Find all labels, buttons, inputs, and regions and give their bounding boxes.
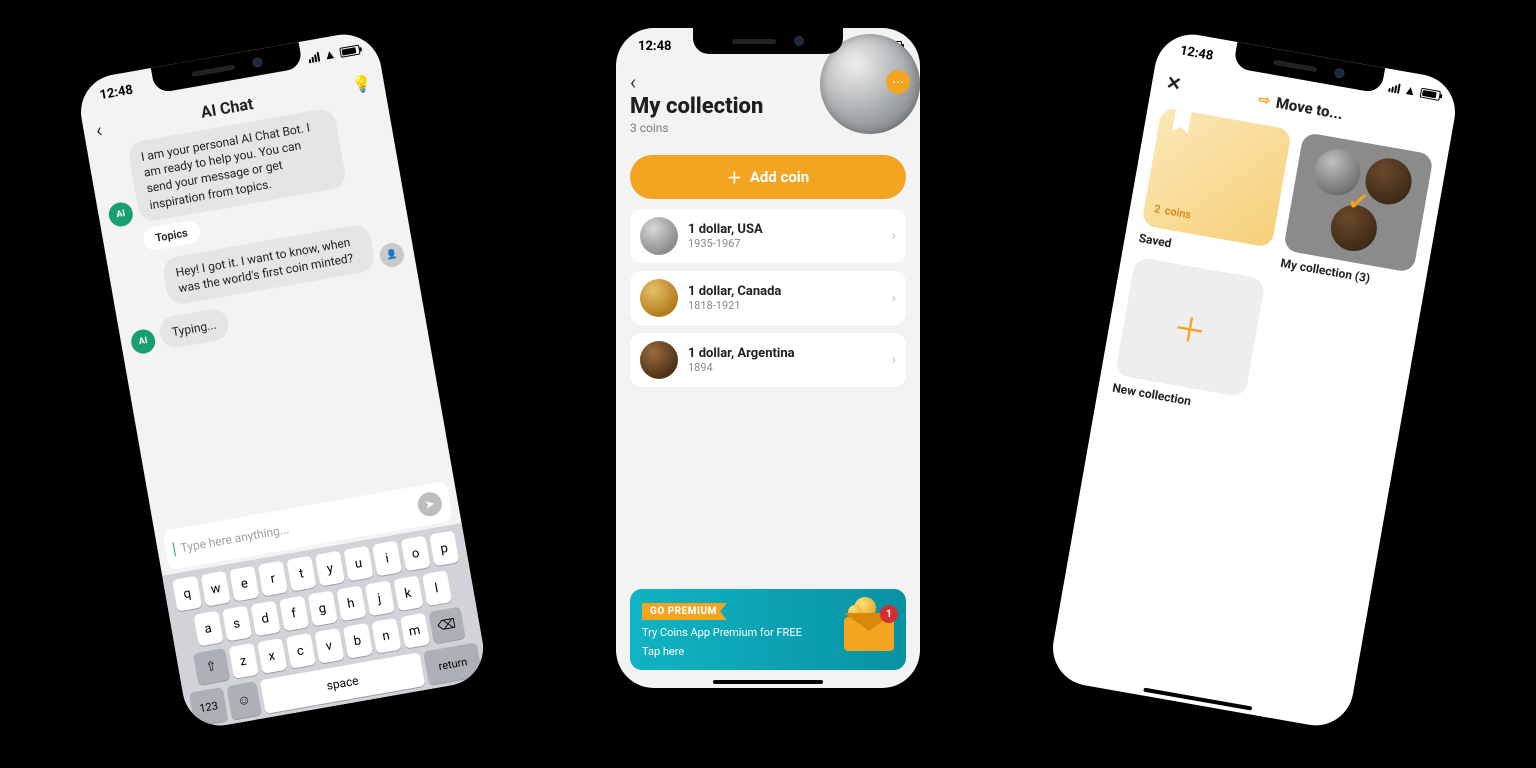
key-h[interactable]: h <box>336 586 366 622</box>
folder-tile-mycollection[interactable]: ✓ My collection (3) <box>1280 132 1434 293</box>
coin-row[interactable]: 1 dollar, Argentina1894› <box>630 333 906 387</box>
premium-ribbon: GO PREMIUM <box>642 603 727 620</box>
bookmark-icon <box>1172 109 1192 133</box>
key-o[interactable]: o <box>401 535 431 571</box>
key-p[interactable]: p <box>429 530 459 566</box>
key-y[interactable]: y <box>315 551 345 587</box>
key-f[interactable]: f <box>279 596 309 632</box>
wifi-icon: ▲ <box>322 47 337 62</box>
signal-icon <box>1388 82 1401 94</box>
key-c[interactable]: c <box>285 633 315 669</box>
bot-avatar: AI <box>107 200 135 228</box>
key-s[interactable]: s <box>222 606 252 642</box>
back-button[interactable]: ‹ <box>94 118 104 143</box>
plus-icon: ＋ <box>1115 257 1266 398</box>
key-j[interactable]: j <box>364 580 394 616</box>
key-k[interactable]: k <box>393 575 423 611</box>
key-a[interactable]: a <box>193 611 223 647</box>
key-m[interactable]: m <box>399 613 429 649</box>
key-l[interactable]: l <box>421 570 451 606</box>
user-avatar: 👤 <box>378 241 406 269</box>
coin-thumb <box>640 279 678 317</box>
coin-thumb <box>640 217 678 255</box>
key-n[interactable]: n <box>371 618 401 654</box>
chevron-right-icon: › <box>892 290 896 306</box>
chevron-right-icon: › <box>892 352 896 368</box>
clock: 12:48 <box>1179 43 1215 64</box>
folder-icon: ⇨ <box>1257 91 1271 109</box>
key-q[interactable]: q <box>172 576 202 612</box>
clock: 12:48 <box>638 39 672 54</box>
key-⇧[interactable]: ⇧ <box>193 648 230 685</box>
coin-thumb <box>640 341 678 379</box>
clock: 12:48 <box>98 82 134 103</box>
key-return[interactable]: return <box>423 642 482 685</box>
chevron-right-icon: › <box>892 228 896 244</box>
envelope-icon: 1 <box>836 599 896 651</box>
signal-icon <box>308 52 321 64</box>
battery-icon <box>339 45 360 58</box>
key-x[interactable]: x <box>257 638 287 674</box>
key-b[interactable]: b <box>342 623 372 659</box>
key-emoji[interactable]: ☺ <box>226 681 261 720</box>
premium-banner[interactable]: GO PREMIUM Try Coins App Premium for FRE… <box>630 589 906 670</box>
key-123[interactable]: 123 <box>189 687 228 726</box>
key-⌫[interactable]: ⌫ <box>428 607 465 644</box>
key-r[interactable]: r <box>258 561 288 597</box>
topics-chip[interactable]: Topics <box>142 219 202 251</box>
key-z[interactable]: z <box>228 643 258 679</box>
chat-scroll[interactable]: AI I am your personal AI Chat Bot. I am … <box>87 98 454 533</box>
folder-tile-new[interactable]: ＋ New collection <box>1111 257 1265 418</box>
bot-avatar: AI <box>129 328 157 356</box>
add-coin-button[interactable]: ＋ Add coin <box>630 155 906 199</box>
typing-indicator: Typing... <box>157 307 230 351</box>
coin-row[interactable]: 1 dollar, USA1935-1967› <box>630 209 906 263</box>
send-button[interactable]: ➤ <box>416 490 444 518</box>
key-t[interactable]: t <box>286 556 316 592</box>
folder-tile-saved[interactable]: 2 coins Saved <box>1138 107 1292 268</box>
coin-list[interactable]: 1 dollar, USA1935-1967› 1 dollar, Canada1… <box>616 209 920 387</box>
key-u[interactable]: u <box>343 546 373 582</box>
key-d[interactable]: d <box>250 601 280 637</box>
key-v[interactable]: v <box>314 628 344 664</box>
home-indicator[interactable] <box>1143 688 1252 711</box>
key-i[interactable]: i <box>372 541 402 577</box>
wifi-icon: ▲ <box>1403 83 1418 98</box>
more-button[interactable]: ⋯ <box>886 70 910 94</box>
key-g[interactable]: g <box>307 591 337 627</box>
plus-icon: ＋ <box>727 167 742 188</box>
key-e[interactable]: e <box>229 566 259 602</box>
hint-icon[interactable]: 💡 <box>350 73 373 95</box>
back-button[interactable]: ‹ <box>630 70 636 94</box>
coin-row[interactable]: 1 dollar, Canada1818-1921› <box>630 271 906 325</box>
close-button[interactable]: ✕ <box>1164 72 1183 95</box>
key-w[interactable]: w <box>201 571 231 607</box>
home-indicator[interactable] <box>713 680 823 684</box>
battery-icon <box>1420 88 1441 101</box>
